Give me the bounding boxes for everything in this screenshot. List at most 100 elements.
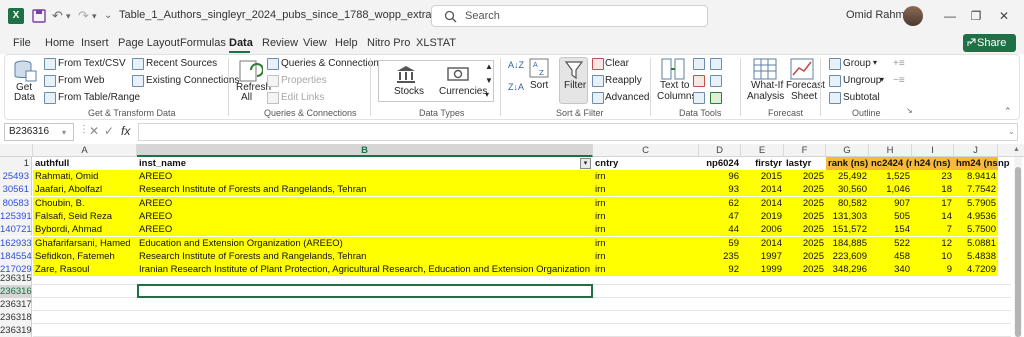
row-header[interactable]: 162933	[0, 237, 32, 250]
existing-connections-button[interactable]: Existing Connections	[146, 75, 239, 86]
cell-nc2424[interactable]: 1,525	[869, 170, 912, 183]
tab-view[interactable]: View	[303, 37, 327, 49]
cell-np6024[interactable]: 92	[699, 263, 741, 276]
column-header-h[interactable]: H	[869, 144, 912, 157]
save-icon[interactable]	[32, 7, 46, 25]
cell-firstyr[interactable]: 1999	[741, 263, 784, 276]
cell-cntry[interactable]: irn	[593, 250, 699, 263]
cell-firstyr[interactable]: 2006	[741, 223, 784, 236]
cell-hm24[interactable]: 4.7209	[954, 263, 998, 276]
undo-dropdown-icon[interactable]: ▾	[66, 7, 71, 25]
cell-cntry[interactable]: irn	[593, 197, 699, 210]
cell-np6024[interactable]: 44	[699, 223, 741, 236]
show-detail-icon[interactable]: +≡	[893, 58, 905, 69]
redo-dropdown-icon[interactable]: ▾	[92, 7, 97, 25]
cell-rank[interactable]: 25,492	[826, 170, 869, 183]
what-if-analysis-button[interactable]: What-If	[751, 80, 783, 91]
currencies-button[interactable]: Currencies	[439, 86, 487, 97]
queries-connections-button[interactable]: Queries & Connections	[281, 58, 384, 69]
cell-cntry[interactable]: irn	[593, 263, 699, 276]
cell-rank[interactable]: 184,885	[826, 237, 869, 250]
cell-np6024[interactable]: 96	[699, 170, 741, 183]
column-header-d[interactable]: D	[699, 144, 741, 157]
cell-rank[interactable]: 80,582	[826, 197, 869, 210]
cell-firstyr[interactable]: 2014	[741, 183, 784, 196]
ungroup-dropdown-icon[interactable]: ▾	[880, 75, 884, 84]
cell-nc2424[interactable]: 907	[869, 197, 912, 210]
what-if-analysis-button-line2[interactable]: Analysis	[747, 91, 784, 102]
advanced-button[interactable]: Advanced	[605, 92, 649, 103]
row-header[interactable]: 236315	[0, 272, 32, 285]
remove-duplicates-icon[interactable]	[693, 75, 705, 87]
tab-home[interactable]: Home	[45, 37, 74, 49]
select-all-corner[interactable]	[0, 144, 33, 157]
stocks-button[interactable]: Stocks	[394, 86, 424, 97]
column-header-f[interactable]: F	[784, 144, 826, 157]
cell-nc2424[interactable]: 340	[869, 263, 912, 276]
tab-page-layout[interactable]: Page Layout	[118, 37, 180, 49]
properties-button[interactable]: Properties	[281, 75, 327, 86]
gallery-down-icon[interactable]: ▼	[485, 76, 493, 85]
cell-authfull[interactable]: Rahmati, Omid	[33, 170, 137, 183]
flash-fill-icon[interactable]	[693, 58, 705, 70]
cell-lastyr[interactable]: 2025	[784, 197, 826, 210]
cell-h24[interactable]: 17	[912, 197, 954, 210]
cell-np6024[interactable]: 47	[699, 210, 741, 223]
cell-authfull[interactable]: Falsafi, Seid Reza	[33, 210, 137, 223]
gallery-up-icon[interactable]: ▲	[485, 62, 493, 71]
recent-sources-button[interactable]: Recent Sources	[146, 58, 217, 69]
group-dropdown-icon[interactable]: ▾	[873, 58, 877, 67]
cell-cntry[interactable]: irn	[593, 210, 699, 223]
tab-file[interactable]: File	[13, 37, 31, 49]
filter-dropdown-icon[interactable]: ▾	[580, 158, 591, 169]
cell-authfull[interactable]: Bybordi, Ahmad	[33, 223, 137, 236]
vertical-scrollbar[interactable]	[1014, 157, 1022, 337]
cell-hm24[interactable]: 7.7542	[954, 183, 998, 196]
row-header[interactable]: 125391	[0, 210, 32, 223]
outline-settings-icon[interactable]: ↘	[906, 106, 913, 115]
column-header-a[interactable]: A	[33, 144, 137, 157]
cell-firstyr[interactable]: 2014	[741, 197, 784, 210]
row-header[interactable]: 1	[0, 157, 32, 170]
subtotal-button[interactable]: Subtotal	[843, 92, 880, 103]
cell-inst-name[interactable]: AREEO	[137, 210, 593, 223]
consolidate-icon[interactable]	[710, 58, 722, 70]
row-header[interactable]: 25493	[0, 170, 32, 183]
column-header-j[interactable]: J	[954, 144, 998, 157]
expand-formula-bar-icon[interactable]: ⌄	[1008, 127, 1015, 136]
from-text-csv-button[interactable]: From Text/CSV	[58, 58, 126, 69]
tab-xlstat[interactable]: XLSTAT	[416, 37, 456, 49]
name-box-dropdown-icon[interactable]: ▾	[62, 128, 66, 137]
header-cell-np[interactable]: np	[998, 157, 1012, 170]
cell-lastyr[interactable]: 2025	[784, 183, 826, 196]
relationships-icon[interactable]	[710, 75, 722, 87]
column-header-c[interactable]: C	[593, 144, 699, 157]
row-header[interactable]: 236317	[0, 298, 32, 311]
cell-firstyr[interactable]: 2014	[741, 237, 784, 250]
edit-links-button[interactable]: Edit Links	[281, 92, 324, 103]
column-header-b[interactable]: B	[137, 144, 593, 157]
cell-authfull[interactable]: Sefidkon, Fatemeh	[33, 250, 137, 263]
cell-cntry[interactable]: irn	[593, 237, 699, 250]
cell-hm24[interactable]: 8.9414	[954, 170, 998, 183]
cell-h24[interactable]: 10	[912, 250, 954, 263]
row-header[interactable]: 236319	[0, 324, 32, 337]
formula-bar-menu-icon[interactable]: ⋮	[79, 124, 89, 135]
scroll-up-icon[interactable]: ▲	[1013, 146, 1020, 153]
cancel-entry-icon[interactable]: ✕	[89, 124, 99, 138]
cell-rank[interactable]: 131,303	[826, 210, 869, 223]
row-header[interactable]: 184554	[0, 250, 32, 263]
minimize-icon[interactable]: —	[940, 6, 960, 26]
cell-inst-name[interactable]: AREEO	[137, 223, 593, 236]
redo-icon[interactable]: ↷	[78, 7, 89, 25]
cell-lastyr[interactable]: 2025	[784, 263, 826, 276]
cell-cntry[interactable]: irn	[593, 223, 699, 236]
text-to-columns-button[interactable]: Text to	[660, 80, 689, 91]
cell-hm24[interactable]: 5.4838	[954, 250, 998, 263]
ungroup-button[interactable]: Ungroup	[843, 75, 881, 86]
cell-firstyr[interactable]: 1997	[741, 250, 784, 263]
row-header[interactable]: 80583	[0, 197, 32, 210]
cell-firstyr[interactable]: 2019	[741, 210, 784, 223]
cell-authfull[interactable]: Choubin, B.	[33, 197, 137, 210]
cell-h24[interactable]: 14	[912, 210, 954, 223]
